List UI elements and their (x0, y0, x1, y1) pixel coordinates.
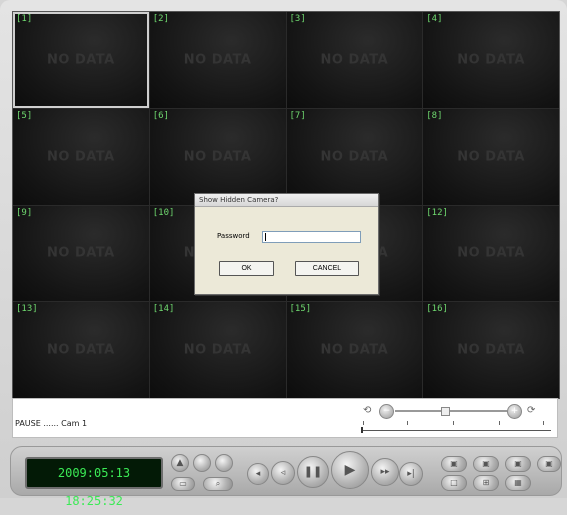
no-data-label: NO DATA (320, 52, 389, 68)
camera-number: [6] (152, 110, 170, 121)
search-icon[interactable]: ⌕ (203, 477, 233, 491)
camera-number: [15] (289, 304, 312, 315)
view-grid-icon[interactable]: ▦ (505, 475, 531, 491)
no-data-label: NO DATA (457, 342, 525, 358)
camera-cell-16[interactable]: [16] NO DATA (423, 302, 559, 398)
speed-ticks (361, 421, 551, 427)
camera-number: [5] (16, 110, 33, 121)
camera-number: [8] (426, 110, 443, 121)
camera-cell-4[interactable]: [4] NO DATA (423, 12, 559, 108)
position-thumb[interactable] (361, 427, 363, 433)
camera-cell-6[interactable]: [6] NO DATA (149, 108, 286, 205)
status-bar: PAUSE ...... Cam 1 ⟲ − + ⟳ (12, 398, 558, 438)
no-data-label: NO DATA (457, 245, 525, 261)
speed-slider-thumb[interactable] (441, 407, 450, 416)
show-hidden-camera-dialog: Show Hidden Camera? Password OK CANCEL (194, 193, 379, 295)
password-input[interactable] (262, 231, 361, 243)
no-data-label: NO DATA (457, 149, 525, 165)
layout-4-icon[interactable]: ▣ (473, 456, 499, 472)
no-data-label: NO DATA (47, 245, 115, 261)
camera-number: [2] (152, 14, 170, 24)
no-data-label: NO DATA (47, 342, 115, 358)
camera-number: [10] (152, 207, 175, 218)
no-data-label: NO DATA (183, 342, 252, 358)
password-label: Password (217, 232, 250, 240)
camera-number: [1] (16, 14, 33, 24)
no-data-label: NO DATA (183, 52, 252, 68)
playback-position-slider[interactable] (361, 427, 551, 434)
speed-plus-button[interactable]: + (507, 404, 522, 419)
camera-cell-2[interactable]: [2] NO DATA (149, 12, 286, 108)
no-data-label: NO DATA (320, 342, 389, 358)
no-data-label: NO DATA (47, 52, 115, 68)
camera-number: [14] (152, 304, 175, 315)
camera-cell-13[interactable]: [13] NO DATA (13, 302, 149, 398)
eject-icon[interactable]: ▲ (171, 454, 189, 472)
layout-9-icon[interactable]: ▣ (505, 456, 531, 472)
camera-number: [3] (289, 14, 306, 24)
text-caret (265, 233, 266, 241)
step-back-icon[interactable]: ◃ (271, 461, 295, 485)
camera-number: [16] (426, 304, 448, 315)
camera-number: [4] (426, 14, 443, 24)
ok-button[interactable]: OK (219, 261, 274, 276)
snapshot-icon[interactable] (215, 454, 233, 472)
layout-16-icon[interactable]: ▣ (537, 456, 561, 472)
speed-control: ⟲ − + ⟳ (361, 401, 551, 437)
camera-cell-3[interactable]: [3] NO DATA (286, 12, 423, 108)
no-data-label: NO DATA (320, 149, 389, 165)
camera-number: [9] (16, 207, 33, 218)
status-text: PAUSE ...... Cam 1 (15, 419, 88, 428)
camera-cell-15[interactable]: [15] NO DATA (286, 302, 423, 398)
app-window: [1] NO DATA [2] NO DATA [3] NO DATA [4] NO DATA… (0, 0, 567, 508)
camera-cell-7[interactable]: [7] NO DATA (286, 108, 423, 205)
pause-icon[interactable]: ❚❚ (297, 456, 329, 488)
view-single-icon[interactable]: □ (441, 475, 467, 491)
step-forward-icon[interactable]: ▸| (399, 462, 423, 486)
no-data-label: NO DATA (183, 149, 252, 165)
rewind-icon[interactable]: ◂ (247, 463, 269, 485)
no-data-label: NO DATA (457, 52, 525, 68)
speed-minus-button[interactable]: − (379, 404, 394, 419)
camera-cell-14[interactable]: [14] NO DATA (149, 302, 286, 398)
cancel-button[interactable]: CANCEL (295, 261, 359, 276)
view-quad-icon[interactable]: ⊞ (473, 475, 499, 491)
no-data-label: NO DATA (47, 149, 115, 165)
camera-number: [7] (289, 110, 306, 121)
camera-number: [13] (16, 304, 38, 315)
print-icon[interactable]: ▭ (171, 477, 195, 491)
layout-1-icon[interactable]: ▣ (441, 456, 467, 472)
fast-forward-icon[interactable]: ▸▸ (371, 458, 399, 486)
dialog-title: Show Hidden Camera? (195, 194, 378, 207)
camera-cell-12[interactable]: [12] NO DATA (423, 205, 559, 302)
rewind-speed-icon: ⟲ (363, 405, 372, 416)
camera-icon[interactable] (193, 454, 211, 472)
camera-cell-1[interactable]: [1] NO DATA (13, 12, 149, 108)
clock-display: 2009:05:13 18:25:32 (25, 457, 163, 508)
forward-speed-icon: ⟳ (527, 405, 536, 416)
camera-cell-9[interactable]: [9] NO DATA (13, 205, 149, 302)
play-icon[interactable]: ▶ (331, 451, 369, 489)
camera-number: [12] (426, 207, 448, 218)
speed-slider-track[interactable] (395, 410, 507, 412)
camera-cell-5[interactable]: [5] NO DATA (13, 108, 149, 205)
camera-cell-8[interactable]: [8] NO DATA (423, 108, 559, 205)
control-panel: 2009:05:13 18:25:32 ▲ ▭ ⌕ ◂ ◃ ❚❚ ▶ ▸▸ ▸|… (10, 446, 562, 508)
